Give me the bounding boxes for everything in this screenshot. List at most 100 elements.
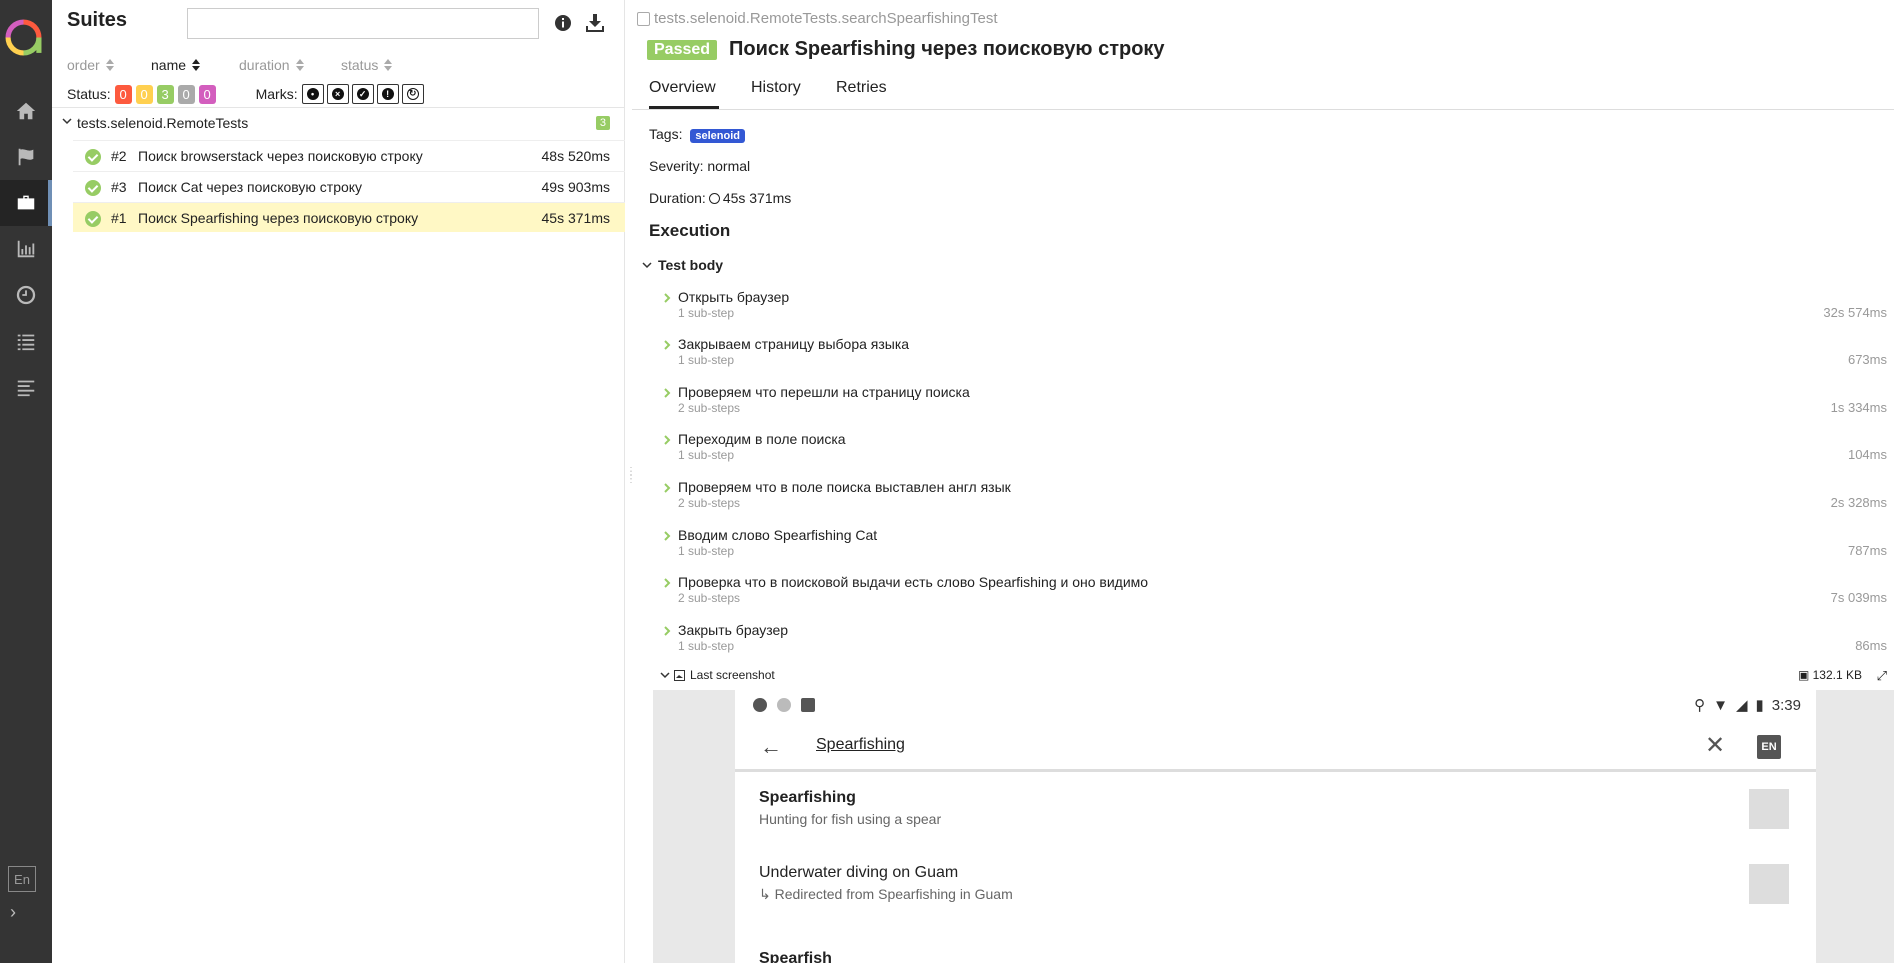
status-unknown-badge[interactable]: 0 xyxy=(198,84,216,104)
search-query: Spearfishing xyxy=(816,736,905,753)
group-count-badge: 3 xyxy=(595,116,610,130)
nav-packages[interactable] xyxy=(0,364,52,410)
step-row[interactable]: Открыть браузер 1 sub-step 32s 574ms xyxy=(662,289,1887,329)
step-row[interactable]: Проверка что в поисковой выдачи есть сло… xyxy=(662,574,1887,614)
nav-behaviors[interactable] xyxy=(0,318,52,364)
circle-icon xyxy=(777,698,791,712)
nav-suites[interactable] xyxy=(0,180,52,226)
step-row[interactable]: Закрываем страницу выбора языка 1 sub-st… xyxy=(662,336,1887,376)
result-title: Underwater diving on Guam xyxy=(759,864,959,881)
tags-label: Tags: xyxy=(649,126,683,142)
step-duration: 7s 039ms xyxy=(1830,590,1887,605)
side-nav: En › xyxy=(0,0,52,963)
phone-search-bar: ← Spearfishing ✕ EN xyxy=(735,720,1816,772)
save-icon: ▣ xyxy=(1797,668,1813,682)
search-input[interactable] xyxy=(187,8,539,39)
nav-overview[interactable] xyxy=(0,88,52,134)
expand-icon[interactable]: ⤢ xyxy=(1877,668,1887,684)
step-row[interactable]: Вводим слово Spearfishing Cat 1 sub-step… xyxy=(662,527,1887,567)
chevron-right-icon xyxy=(664,626,671,636)
severity-row: Severity: normal xyxy=(649,158,751,174)
marks-label: Marks: xyxy=(255,86,298,102)
status-broken-badge[interactable]: 0 xyxy=(135,84,153,104)
step-duration: 1s 334ms xyxy=(1830,400,1887,415)
mark-flaky-button[interactable]: • xyxy=(301,84,324,104)
nav-categories[interactable] xyxy=(0,134,52,180)
tree-test-row[interactable]: #3 Поиск Cat через поисковую строку 49s … xyxy=(73,171,625,201)
tree-group[interactable]: tests.selenoid.RemoteTests 3 xyxy=(52,112,625,135)
passed-icon xyxy=(85,180,101,196)
step-substeps: 1 sub-step xyxy=(678,639,735,653)
back-arrow-icon: ← xyxy=(760,734,782,759)
chevron-right-icon xyxy=(664,435,671,445)
mark-retries-button[interactable]: ↻ xyxy=(401,84,424,104)
language-switch[interactable]: En xyxy=(8,866,36,892)
test-number: #3 xyxy=(111,179,127,195)
collapse-nav-icon[interactable]: › xyxy=(10,902,16,923)
status-label: Status: xyxy=(67,86,111,102)
step-name: Проверяем что перешли на страницу поиска xyxy=(678,384,970,400)
signal-icon: ◢ xyxy=(1735,697,1748,714)
step-name: Проверка что в поисковой выдачи есть сло… xyxy=(678,574,1149,590)
align-left-icon xyxy=(17,380,35,397)
chevron-right-icon xyxy=(664,483,671,493)
tags-row: Tags: selenoid xyxy=(649,126,745,143)
page-title: Поиск Spearfishing через поисковую строк… xyxy=(729,38,1165,60)
step-name: Открыть браузер xyxy=(678,289,790,305)
step-substeps: 1 sub-step xyxy=(678,448,735,462)
mark-new-failed-button[interactable]: × xyxy=(326,84,349,104)
exclamation-circle-icon: ! xyxy=(381,88,394,100)
copy-icon[interactable] xyxy=(637,11,650,26)
info-icon[interactable] xyxy=(554,14,572,32)
divider xyxy=(52,107,625,108)
attachment-row[interactable]: Last screenshot ▣ 132.1 KB ⤢ xyxy=(660,667,1887,685)
mark-new-passed-button[interactable]: ✓ xyxy=(351,84,374,104)
duration-row: Duration: 45s 371ms xyxy=(649,190,791,206)
briefcase-icon xyxy=(17,195,35,210)
tab-overview[interactable]: Overview xyxy=(649,79,719,109)
group-name: tests.selenoid.RemoteTests xyxy=(77,115,249,131)
test-name: Поиск Cat через поисковую строку xyxy=(138,179,363,195)
test-body-toggle[interactable]: Test body xyxy=(642,257,723,273)
execution-title: Execution xyxy=(649,221,731,240)
nav-graphs[interactable] xyxy=(0,226,52,272)
step-row[interactable]: Проверяем что перешли на страницу поиска… xyxy=(662,384,1887,424)
sd-card-icon xyxy=(801,698,815,712)
home-icon xyxy=(16,102,36,120)
step-row[interactable]: Переходим в поле поиска 1 sub-step 104ms xyxy=(662,431,1887,471)
tab-retries[interactable]: Retries xyxy=(836,79,887,109)
tab-history[interactable]: History xyxy=(751,79,801,109)
status-passed-badge[interactable]: 3 xyxy=(156,84,174,104)
test-name: Поиск browserstack через поисковую строк… xyxy=(138,148,423,164)
list-icon xyxy=(17,334,35,351)
sort-order[interactable]: order xyxy=(67,57,114,73)
passed-icon xyxy=(85,211,101,227)
status-skipped-badge[interactable]: 0 xyxy=(177,84,195,104)
step-row[interactable]: Закрыть браузер 1 sub-step 86ms xyxy=(662,622,1887,662)
step-substeps: 1 sub-step xyxy=(678,306,735,320)
result-title: Spearfishing xyxy=(759,789,856,806)
result-thumbnail xyxy=(1749,864,1789,904)
step-row[interactable]: Проверяем что в поле поиска выставлен ан… xyxy=(662,479,1887,519)
nav-timeline[interactable] xyxy=(0,272,52,318)
download-icon[interactable] xyxy=(584,12,606,34)
attachment-size: ▣ 132.1 KB xyxy=(1798,668,1862,682)
notification-icons xyxy=(753,698,815,712)
step-duration: 86ms xyxy=(1855,638,1887,653)
step-substeps: 2 sub-steps xyxy=(678,496,741,510)
step-name: Вводим слово Spearfishing Cat xyxy=(678,527,878,543)
tabs-bar: Overview History Retries xyxy=(632,76,1894,110)
phone-screen: ⚲ ▼ ◢ ▮ 3:39 ← Spearfishing ✕ EN Spearfi… xyxy=(735,690,1816,963)
battery-icon: ▮ xyxy=(1755,697,1764,714)
mark-new-broken-button[interactable]: ! xyxy=(376,84,399,104)
sort-status[interactable]: status xyxy=(341,57,393,73)
allure-logo[interactable] xyxy=(5,19,42,56)
tree-test-row-selected[interactable]: #1 Поиск Spearfishing через поисковую ст… xyxy=(73,202,625,232)
sort-duration[interactable]: duration xyxy=(239,57,304,73)
status-failed-badge[interactable]: 0 xyxy=(114,84,132,104)
tree-test-row[interactable]: #2 Поиск browserstack через поисковую ст… xyxy=(73,140,625,170)
test-duration: 45s 371ms xyxy=(541,210,610,226)
passed-icon xyxy=(85,149,101,165)
sort-name[interactable]: name xyxy=(151,57,201,73)
sort-duration-label: duration xyxy=(239,57,290,73)
